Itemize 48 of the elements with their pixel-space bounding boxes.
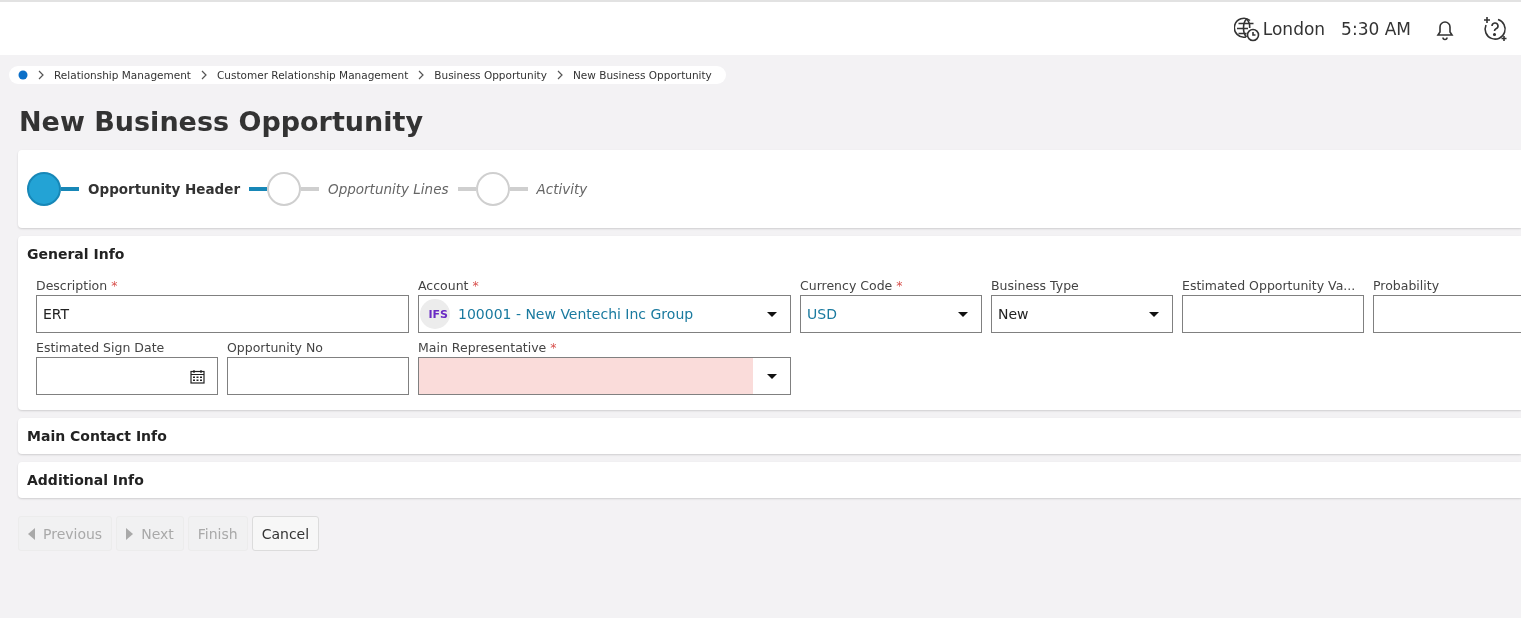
breadcrumb-link[interactable]: New Business Opportunity: [572, 69, 712, 81]
step-circle[interactable]: [27, 172, 61, 206]
company-logo: IFS: [420, 299, 450, 329]
time-text: 5:30 AM: [1341, 18, 1411, 39]
timezone-button[interactable]: London: [1233, 15, 1326, 42]
wizard-button[interactable]: Cancel: [251, 516, 320, 551]
chevron-right-icon: [199, 70, 208, 80]
chevron-right-icon: [417, 70, 426, 80]
field-label: Business Type: [991, 278, 1080, 293]
dropdown-caret-icon: [766, 310, 778, 318]
step-label[interactable]: Opportunity Lines: [328, 181, 449, 197]
dropdown-caret-icon: [1148, 310, 1160, 318]
field-label: Description *: [36, 278, 119, 293]
chevron-right-icon: [555, 70, 564, 80]
dropdown-field[interactable]: USD: [800, 295, 982, 333]
dropdown-field[interactable]: IFS 100001 - New Ventechi Inc Group: [418, 295, 791, 333]
breadcrumb-link[interactable]: Customer Relationship Management: [216, 69, 409, 81]
field-label: Account *: [418, 278, 480, 293]
globe-clock-icon: [1233, 15, 1260, 42]
calendar-icon: [190, 368, 205, 384]
field-label: Estimated Opportunity Va...: [1182, 278, 1357, 293]
step-label[interactable]: Activity: [536, 181, 588, 197]
date-field[interactable]: [36, 357, 218, 395]
caret-right-icon: [126, 527, 134, 540]
section-header[interactable]: Main Contact Info: [18, 418, 1521, 454]
dropdown-caret-icon: [766, 372, 778, 380]
breadcrumb-link[interactable]: Relationship Management: [54, 69, 191, 81]
caret-left-icon: [28, 527, 35, 540]
field-label: Probability: [1373, 278, 1441, 293]
chevron-right-icon: [37, 70, 45, 80]
field-label: Main Representative *: [418, 340, 558, 355]
dropdown-caret-icon: [957, 310, 969, 318]
help-icon: [1481, 14, 1509, 43]
dropdown-field[interactable]: New: [991, 295, 1173, 333]
step-label[interactable]: Opportunity Header: [88, 181, 241, 197]
field-label: Estimated Sign Date: [36, 340, 166, 355]
breadcrumb-link[interactable]: Business Opportunity: [434, 69, 547, 81]
section-header[interactable]: Additional Info: [18, 462, 1521, 498]
field-label: Currency Code *: [800, 278, 904, 293]
home-dot-icon: [18, 70, 28, 80]
section-title: General Info: [27, 246, 126, 262]
field-label: Opportunity No: [227, 340, 324, 355]
dropdown-field[interactable]: [418, 357, 791, 395]
input-field[interactable]: ERT: [36, 295, 409, 333]
page-title: New Business Opportunity: [19, 106, 425, 137]
input-field[interactable]: [1373, 295, 1521, 333]
input-field[interactable]: [227, 357, 409, 395]
input-field[interactable]: [1182, 295, 1364, 333]
